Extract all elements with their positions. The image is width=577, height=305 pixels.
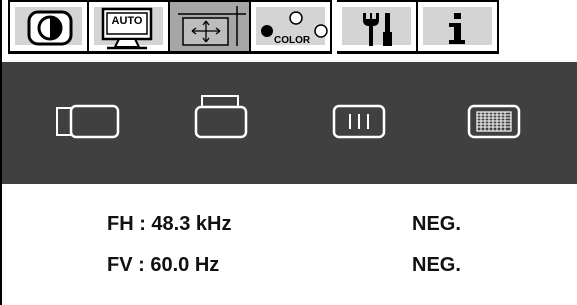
vertical-position-icon[interactable] [192, 92, 252, 142]
tools-icon [363, 13, 392, 46]
contrast-icon [27, 10, 73, 46]
tab-auto-adjust[interactable]: AUTO [89, 0, 170, 54]
horizontal-frequency: FH : 48.3 kHz [107, 213, 232, 235]
color-dots-icon [261, 11, 328, 38]
tab-position[interactable] [170, 0, 251, 54]
tab-information[interactable] [418, 0, 499, 54]
auto-label: AUTO [111, 15, 143, 27]
position-submenu [2, 62, 577, 184]
tab-color[interactable]: COLOR [251, 0, 332, 54]
position-arrows-icon [178, 6, 246, 46]
clock-icon[interactable] [330, 102, 390, 142]
osd-tab-bar: AUTO COLOR [2, 0, 577, 54]
auto-monitor-icon [101, 7, 153, 50]
tab-tools[interactable] [337, 0, 418, 54]
vertical-frequency: FV : 60.0 Hz [107, 254, 220, 276]
phase-icon[interactable] [465, 102, 525, 142]
horizontal-position-icon[interactable] [54, 102, 124, 142]
info-icon [449, 13, 465, 44]
tab-contrast-brightness[interactable] [8, 0, 89, 54]
monitor-osd: AUTO COLOR FH: 48.3 kHz NEG. FV: 60.0 … [0, 0, 577, 305]
horizontal-sync-polarity: NEG. [412, 213, 461, 235]
color-label: COLOR [274, 35, 311, 46]
vertical-sync-polarity: NEG. [412, 254, 461, 276]
